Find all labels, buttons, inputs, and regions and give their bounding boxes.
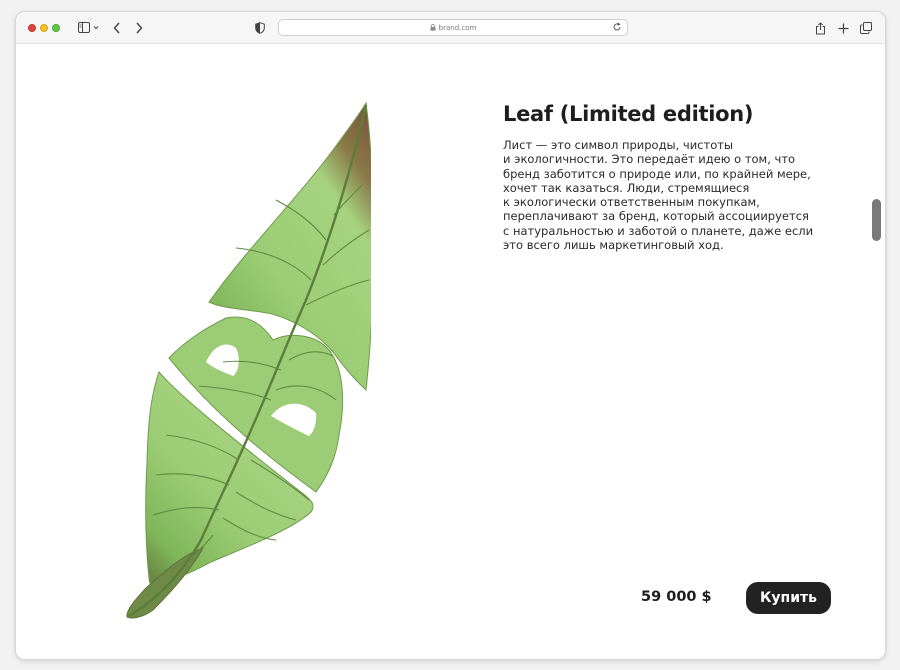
chevron-left-icon[interactable] [110,19,124,37]
lock-icon [430,24,436,31]
plus-icon[interactable] [836,19,850,37]
scrollbar-thumb[interactable] [872,199,881,241]
product-title: Leaf (Limited edition) [503,102,754,126]
tabs-overview-icon[interactable] [859,19,873,37]
leaf-product-image [126,101,371,619]
share-icon[interactable] [813,19,827,37]
address-bar[interactable]: brand.com [278,19,628,36]
browser-window: brand.com Leaf (Limited edition) Лист — … [15,11,886,660]
chevron-right-icon[interactable] [132,19,146,37]
buy-button[interactable]: Купить [746,582,831,614]
minimize-window-button[interactable] [40,24,48,32]
sidebar-icon[interactable] [74,19,104,37]
page-content: Leaf (Limited edition) Лист — это символ… [16,44,885,659]
shield-icon[interactable] [253,19,267,37]
product-description: Лист — это символ природы, чистоты и эко… [503,138,814,253]
address-url: brand.com [438,23,477,32]
close-window-button[interactable] [28,24,36,32]
browser-toolbar: brand.com [16,12,885,44]
reload-icon[interactable] [612,22,622,32]
product-price: 59 000 $ [641,589,712,605]
zoom-window-button[interactable] [52,24,60,32]
